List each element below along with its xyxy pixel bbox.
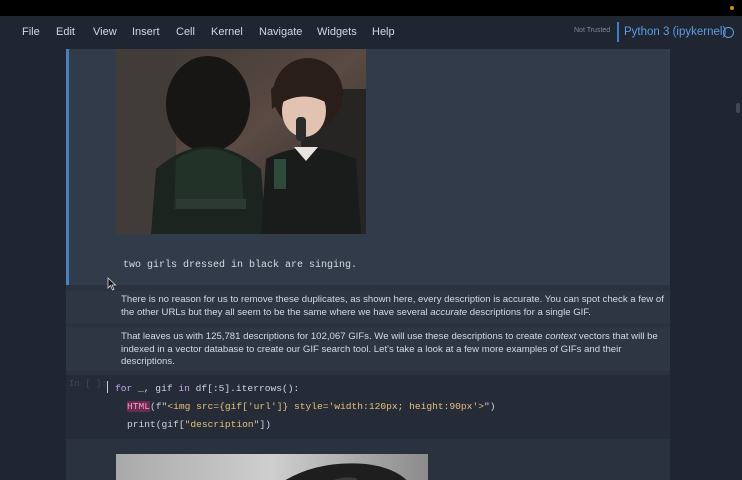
code-line-1: for _, gif in df[:5].iterrows(): xyxy=(115,383,300,394)
kernel-indicator[interactable]: Python 3 (ipykernel) xyxy=(624,26,726,38)
code-cell-prompt: In [ ]: xyxy=(69,379,107,389)
notebook-menubar: File Edit View Insert Cell Kernel Naviga… xyxy=(0,16,742,50)
scrollbar-thumb[interactable] xyxy=(736,103,740,113)
status-dot-icon xyxy=(730,6,734,10)
window-title-bar xyxy=(0,0,742,16)
code-line-3: print(gif["description"]) xyxy=(127,419,271,430)
trust-status[interactable]: Not Trusted xyxy=(574,27,610,34)
markdown-paragraph-2: That leaves us with 125,781 descriptions… xyxy=(121,331,658,368)
markdown-paragraph-1: There is no reason for us to remove thes… xyxy=(121,294,664,318)
markdown-cell-1[interactable]: There is no reason for us to remove thes… xyxy=(66,291,670,324)
gif-frame-image-2 xyxy=(116,454,428,480)
notebook-container: two girls dressed in black are singing. … xyxy=(66,49,670,480)
menu-insert[interactable]: Insert xyxy=(132,26,160,38)
code-line-2: HTML(f"<img src={gif['url']} style='widt… xyxy=(127,401,496,412)
menu-view[interactable]: View xyxy=(93,26,117,38)
kernel-idle-icon xyxy=(723,27,734,38)
text-cursor xyxy=(107,381,108,393)
selected-cell-indicator xyxy=(66,49,69,285)
menu-help[interactable]: Help xyxy=(372,26,395,38)
output-cell[interactable]: two girls dressed in black are singing. xyxy=(66,49,670,285)
markdown-cell-2[interactable]: That leaves us with 125,781 descriptions… xyxy=(66,327,670,371)
output-description: two girls dressed in black are singing. xyxy=(123,260,358,271)
menu-edit[interactable]: Edit xyxy=(56,26,75,38)
gif-image xyxy=(116,49,366,234)
menu-file[interactable]: File xyxy=(22,26,40,38)
menu-cell[interactable]: Cell xyxy=(176,26,195,38)
mouse-cursor-icon xyxy=(107,277,117,291)
gif-frame-image xyxy=(116,49,366,234)
code-cell[interactable]: In [ ]: for _, gif in df[:5].iterrows():… xyxy=(66,375,670,439)
gif-image-2 xyxy=(116,454,428,480)
kernel-separator xyxy=(617,22,619,42)
menu-widgets[interactable]: Widgets xyxy=(317,26,357,38)
menu-navigate[interactable]: Navigate xyxy=(259,26,302,38)
menu-kernel[interactable]: Kernel xyxy=(211,26,243,38)
